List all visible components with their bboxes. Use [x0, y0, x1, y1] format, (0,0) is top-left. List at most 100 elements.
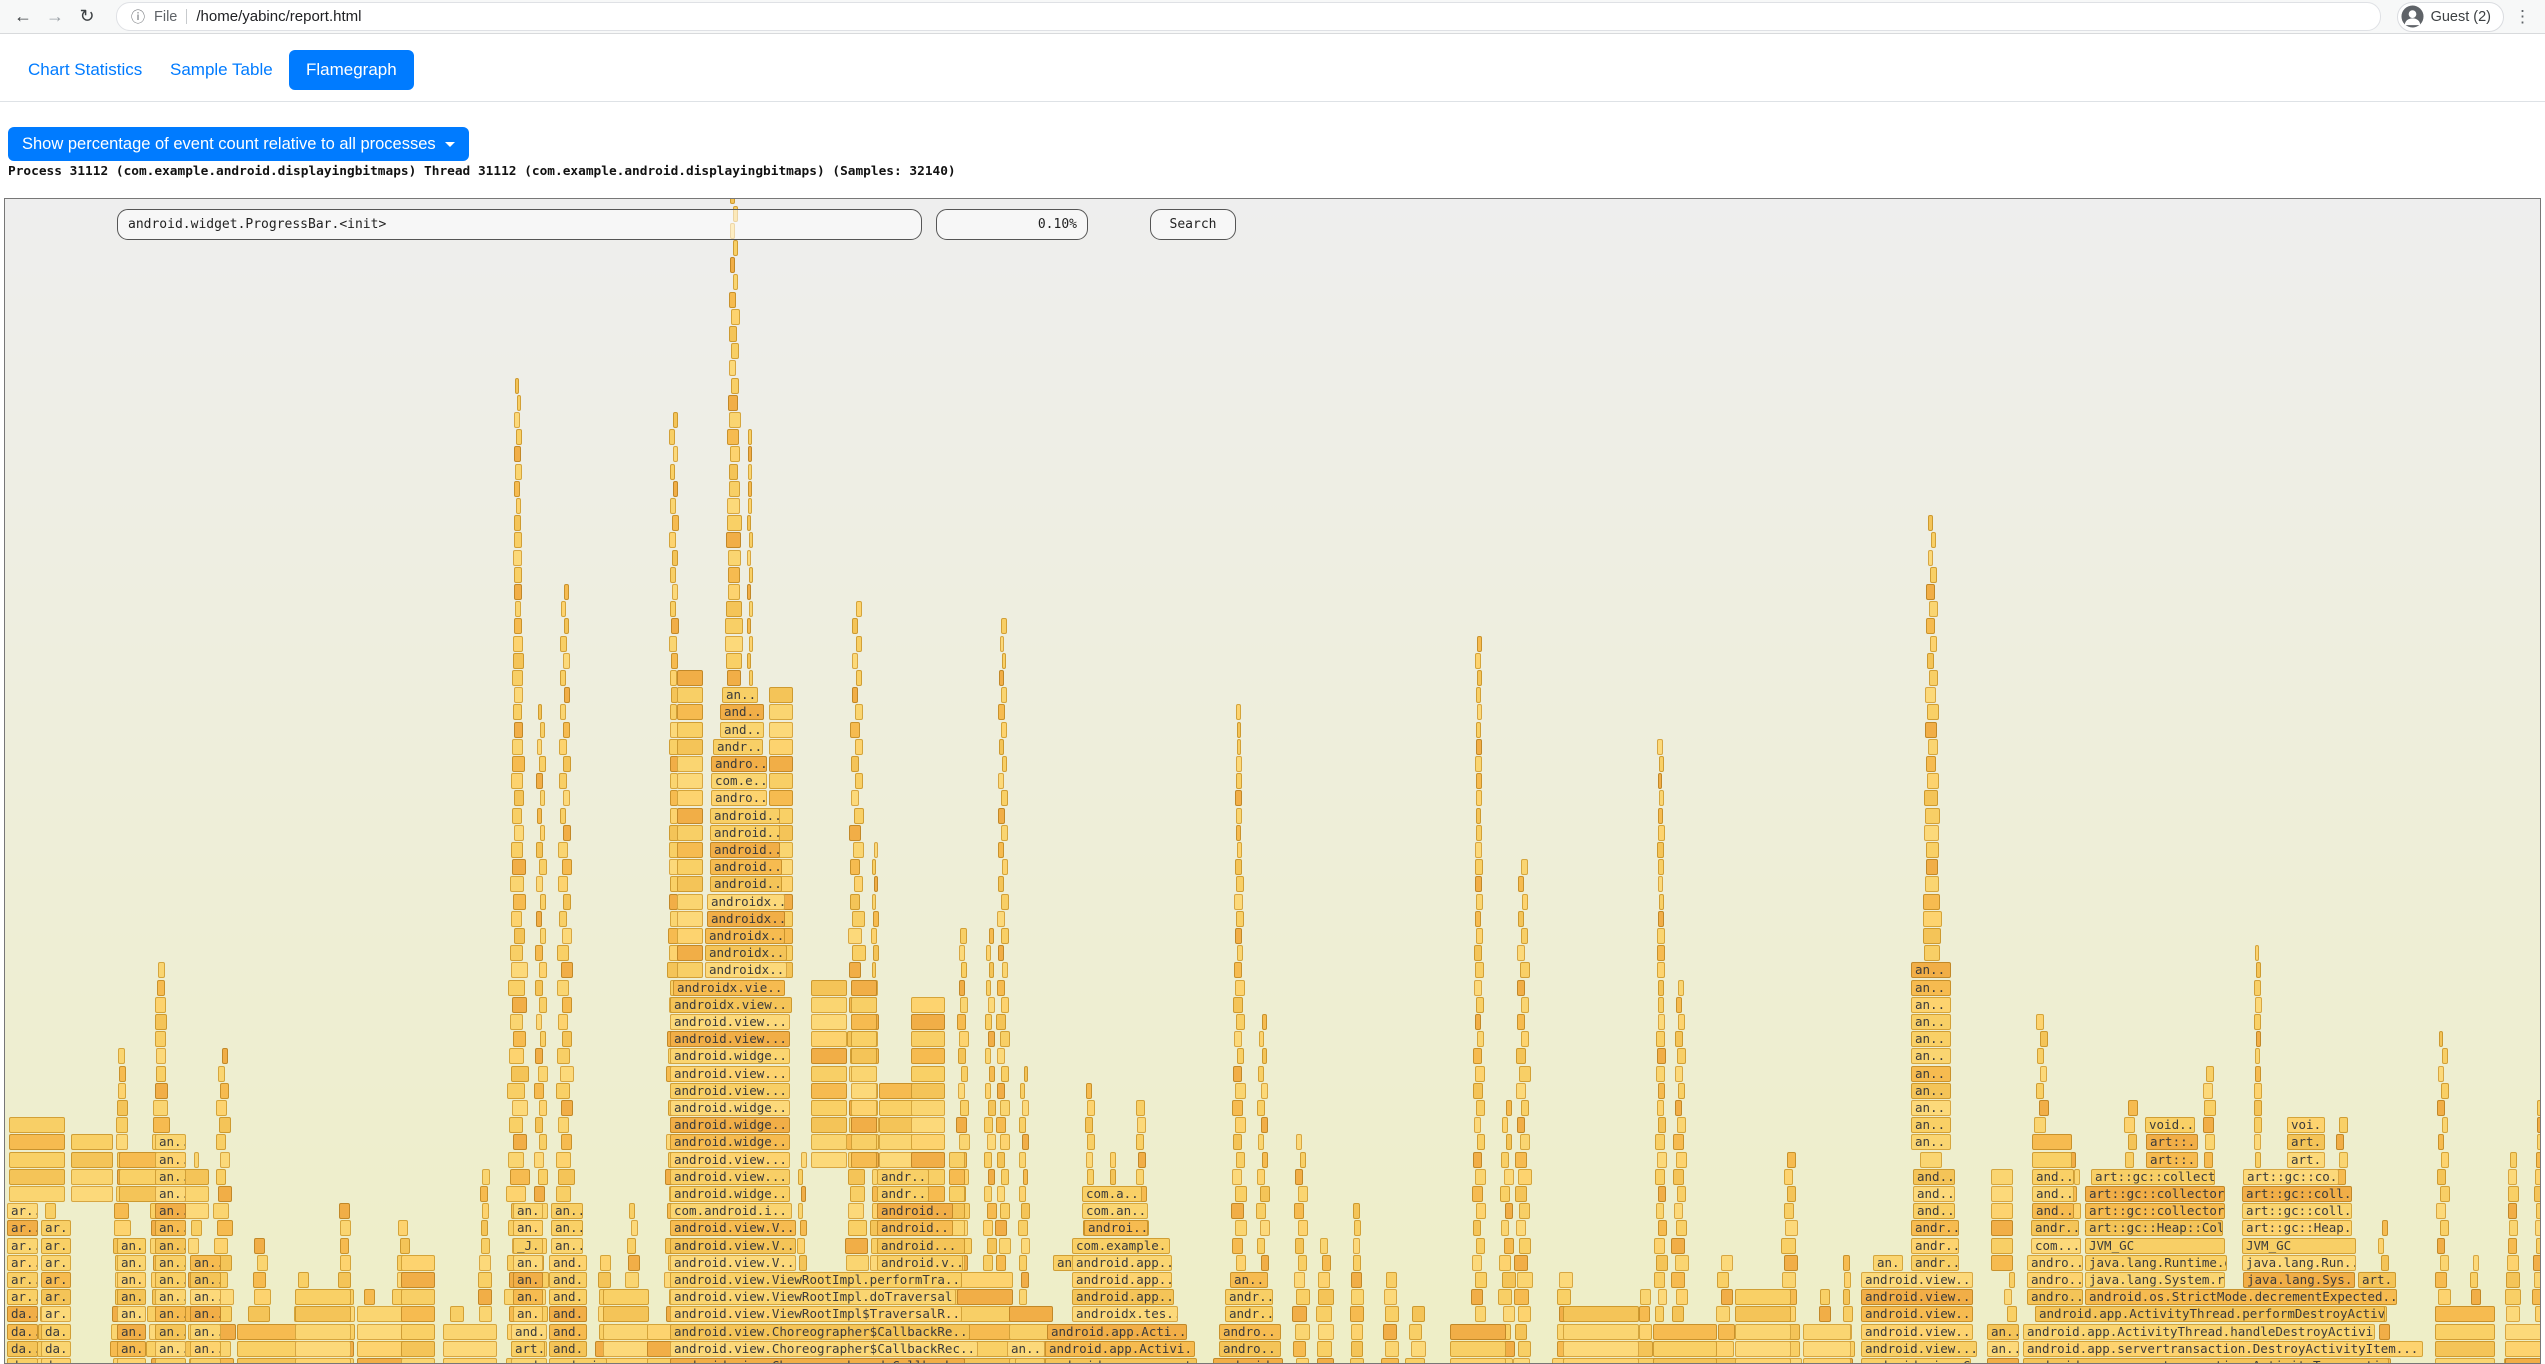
- flame-box[interactable]: [1671, 1238, 1685, 1254]
- flame-box[interactable]: [482, 1169, 490, 1185]
- flame-box[interactable]: [1803, 1324, 1851, 1340]
- flame-box[interactable]: [1476, 1203, 1486, 1219]
- flame-box[interactable]: [2004, 1289, 2011, 1305]
- flame-box[interactable]: [295, 1341, 351, 1357]
- flame-box[interactable]: [1450, 1358, 1506, 1364]
- flame-box[interactable]: [1476, 997, 1483, 1013]
- flame-box[interactable]: [2535, 1220, 2541, 1236]
- flame-cell[interactable]: android.view.ViewRootImpl.doTraversal: [670, 1289, 956, 1305]
- flame-box[interactable]: [2441, 1152, 2448, 1168]
- flame-cell[interactable]: andr..: [713, 739, 763, 755]
- flame-box[interactable]: [677, 825, 703, 841]
- flame-box[interactable]: [2255, 1048, 2260, 1064]
- flame-cell[interactable]: com.a..: [1082, 1186, 1142, 1202]
- flame-box[interactable]: [214, 1238, 229, 1254]
- flame-box[interactable]: [2440, 1255, 2450, 1271]
- flame-box[interactable]: [338, 1272, 351, 1288]
- flame-box[interactable]: [1721, 1289, 1733, 1305]
- flame-cell[interactable]: android.view...: [670, 1031, 790, 1047]
- flame-cell[interactable]: an..: [190, 1272, 221, 1288]
- flame-box[interactable]: [510, 876, 524, 892]
- flame-box[interactable]: [563, 825, 571, 841]
- flame-box[interactable]: [874, 842, 878, 858]
- flame-box[interactable]: [480, 1186, 488, 1202]
- flame-cell[interactable]: android.widge..: [670, 1100, 790, 1116]
- flame-box[interactable]: [1674, 1203, 1683, 1219]
- flame-box[interactable]: [1019, 1289, 1028, 1305]
- flame-box[interactable]: [1516, 1220, 1526, 1236]
- flame-box[interactable]: [729, 481, 739, 497]
- flame-box[interactable]: [1021, 1238, 1030, 1254]
- flame-cell[interactable]: an..: [155, 1358, 186, 1364]
- flame-box[interactable]: [1657, 1048, 1666, 1064]
- flame-box[interactable]: [1019, 1186, 1026, 1202]
- flame-cell[interactable]: android.app..: [1072, 1255, 1172, 1271]
- flame-box[interactable]: [2255, 945, 2259, 961]
- flame-box[interactable]: [2124, 1117, 2134, 1133]
- flame-box[interactable]: [2473, 1255, 2479, 1271]
- flame-box[interactable]: [218, 1066, 225, 1082]
- flame-box[interactable]: [1137, 1117, 1146, 1133]
- flame-cell[interactable]: an..: [117, 1272, 146, 1288]
- flame-box[interactable]: [851, 1031, 877, 1047]
- flame-box[interactable]: [1735, 1289, 1791, 1305]
- flame-box[interactable]: [949, 1186, 965, 1202]
- flame-box[interactable]: [729, 326, 738, 342]
- flame-box[interactable]: [1516, 1048, 1526, 1064]
- flame-cell[interactable]: art::gc::collect..: [2091, 1169, 2215, 1185]
- flame-box[interactable]: [1925, 808, 1941, 824]
- flame-box[interactable]: [558, 876, 568, 892]
- flame-box[interactable]: [1673, 1169, 1684, 1185]
- flame-box[interactable]: [1001, 790, 1008, 806]
- flame-box[interactable]: [1300, 1152, 1306, 1168]
- flame-cell[interactable]: ar..: [7, 1203, 38, 1219]
- flame-box[interactable]: [537, 808, 542, 824]
- flame-box[interactable]: [1658, 911, 1664, 927]
- flame-box[interactable]: [731, 378, 739, 394]
- flame-cell[interactable]: an..: [117, 1289, 146, 1305]
- flame-box[interactable]: [1843, 1289, 1850, 1305]
- flame-box[interactable]: [508, 1152, 525, 1168]
- flame-box[interactable]: [9, 1169, 65, 1185]
- flame-cell[interactable]: JVM_GC: [2085, 1238, 2225, 1254]
- flame-box[interactable]: [1924, 825, 1939, 841]
- flame-box[interactable]: [514, 584, 521, 600]
- flame-box[interactable]: [1295, 1238, 1304, 1254]
- flame-box[interactable]: [559, 911, 567, 927]
- flame-box[interactable]: [1000, 1134, 1010, 1150]
- flame-box[interactable]: [116, 1134, 128, 1150]
- flame-box[interactable]: [728, 567, 740, 583]
- flame-box[interactable]: [1236, 825, 1241, 841]
- flame-box[interactable]: [2441, 1083, 2449, 1099]
- flame-box[interactable]: [1658, 980, 1664, 996]
- flame-box[interactable]: [534, 1152, 543, 1168]
- flame-box[interactable]: [536, 842, 543, 858]
- flame-box[interactable]: [1819, 1306, 1831, 1322]
- flame-cell[interactable]: and..: [549, 1341, 587, 1357]
- flame-box[interactable]: [1676, 1289, 1688, 1305]
- flame-box[interactable]: [988, 1100, 996, 1116]
- flame-box[interactable]: [984, 1186, 991, 1202]
- flame-box[interactable]: [1298, 1255, 1307, 1271]
- flame-box[interactable]: [512, 859, 526, 875]
- flame-box[interactable]: [1237, 722, 1241, 738]
- flame-box[interactable]: [512, 739, 523, 755]
- flame-box[interactable]: [1676, 1152, 1688, 1168]
- flame-box[interactable]: [1784, 1255, 1799, 1271]
- flame-cell[interactable]: and..: [511, 1324, 547, 1340]
- flame-box[interactable]: [671, 618, 679, 634]
- flame-box[interactable]: [1923, 928, 1941, 944]
- flame-box[interactable]: [514, 825, 524, 841]
- flame-box[interactable]: [1018, 1220, 1028, 1236]
- flame-box[interactable]: [540, 1031, 547, 1047]
- kebab-menu-icon[interactable]: ⋮: [2510, 7, 2535, 27]
- flame-box[interactable]: [513, 636, 523, 652]
- flame-box[interactable]: [603, 1341, 649, 1357]
- flame-box[interactable]: [513, 1031, 526, 1047]
- flame-box[interactable]: [536, 1014, 542, 1030]
- flame-box[interactable]: [730, 198, 735, 204]
- flame-cell[interactable]: andro..: [1219, 1324, 1281, 1340]
- flame-box[interactable]: [114, 1220, 131, 1236]
- flame-box[interactable]: [873, 945, 878, 961]
- address-bar[interactable]: ⓘ File /home/yabinc/report.html: [116, 2, 2381, 31]
